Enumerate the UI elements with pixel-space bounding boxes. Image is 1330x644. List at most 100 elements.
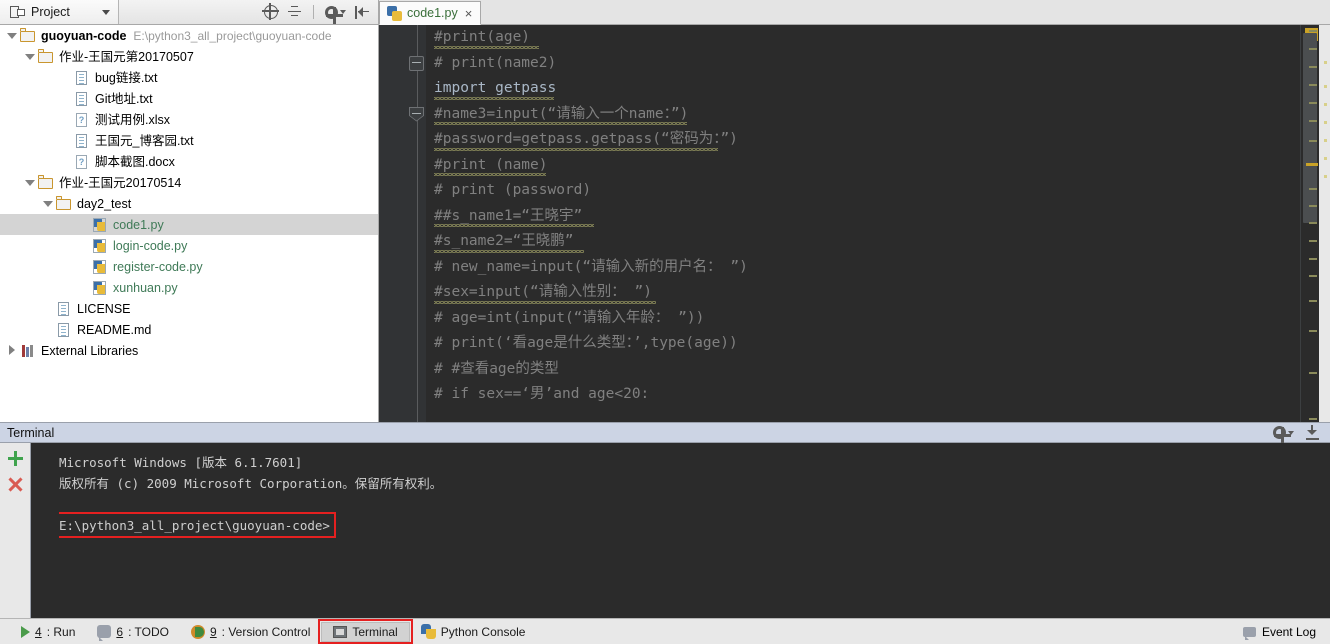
tree-row-label: 王国元_博客园.txt [95, 133, 194, 148]
inspection-marker[interactable] [1309, 222, 1317, 224]
inspection-marker[interactable] [1309, 205, 1317, 207]
inspection-underline [434, 224, 594, 227]
inspection-marker[interactable] [1309, 330, 1317, 332]
code-line-text: ##s_name1=“王晓宇” [434, 207, 583, 224]
code-line: #print(age) [434, 25, 1300, 51]
inspection-marker[interactable] [1309, 258, 1317, 260]
inspection-marker[interactable] [1309, 48, 1317, 50]
scrollbar-thumb[interactable] [1303, 33, 1317, 223]
editor-scrollbar[interactable] [1300, 25, 1319, 557]
tree-row[interactable]: 作业-王国元第20170507 [0, 46, 378, 67]
todo-icon [97, 625, 112, 641]
project-tab[interactable]: Project [0, 0, 119, 24]
inspection-marker[interactable] [1309, 84, 1317, 86]
python-file-icon [92, 280, 108, 296]
inspection-marker[interactable] [1309, 418, 1317, 420]
code-line-text: # age=int(input(“请输入年龄： ”)) [434, 309, 705, 326]
status-button[interactable]: 6: TODO [86, 622, 180, 642]
pycharm-window: Project code1.py × guoyuan-code E:\pytho… [0, 0, 1330, 644]
tree-row[interactable]: 作业-王国元20170514 [0, 172, 378, 193]
gear-icon[interactable] [1273, 426, 1294, 444]
inspection-marker[interactable] [1309, 66, 1317, 68]
inspection-marker[interactable] [1309, 240, 1317, 242]
tree-row-label: bug链接.txt [95, 70, 158, 85]
tree-row[interactable]: README.md [0, 319, 378, 340]
inspection-marker-strip [1319, 25, 1330, 422]
marker-dot [1324, 85, 1327, 88]
project-panel-header: Project [0, 0, 379, 25]
hide-panel-icon[interactable] [355, 5, 370, 20]
code-line-text: #s_name2=“王晓鹏” [434, 233, 574, 249]
chevron-down-icon[interactable] [6, 30, 17, 41]
editor-gutter[interactable] [379, 25, 426, 422]
chevron-down-icon[interactable] [42, 198, 53, 209]
chevron-right-icon[interactable] [6, 345, 17, 356]
text-file-icon [56, 301, 72, 317]
inspection-marker[interactable] [1309, 188, 1317, 190]
tree-row[interactable]: LICENSE [0, 298, 378, 319]
tab-code1-py[interactable]: code1.py × [379, 1, 482, 25]
inspection-marker[interactable] [1306, 163, 1318, 166]
project-tree[interactable]: guoyuan-code E:\python3_all_project\guoyu… [0, 25, 379, 422]
crosshair-target-icon[interactable] [262, 3, 279, 20]
python-file-icon [92, 217, 108, 233]
inspection-marker[interactable] [1309, 102, 1317, 104]
plus-icon[interactable] [7, 451, 23, 466]
code-line-text: # #查看age的类型 [434, 360, 559, 377]
status-button[interactable]: 9: Version Control [180, 622, 321, 642]
terminal-panel: Microsoft Windows [版本 6.1.7601] 版权所有 (c)… [0, 443, 1330, 618]
tree-row-label: xunhuan.py [113, 280, 178, 295]
event-log-area[interactable]: Event Log [1242, 625, 1330, 640]
terminal-left-clip [31, 443, 59, 618]
terminal-prompt[interactable]: E:\python3_all_project\guoyuan-code> [59, 515, 330, 536]
code-line-text: #sex=input(“请输入性别： ”) [434, 284, 652, 300]
code-line-text: #name3=input(“请输入一个name：”) [434, 105, 689, 122]
terminal-output[interactable]: Microsoft Windows [版本 6.1.7601] 版权所有 (c)… [31, 443, 1330, 618]
tree-row[interactable]: guoyuan-code E:\python3_all_project\guoyu… [0, 25, 378, 46]
chevron-down-icon[interactable] [101, 9, 110, 15]
tree-row-label: guoyuan-code [41, 28, 127, 43]
tree-row-label: 测试用例.xlsx [95, 112, 171, 127]
status-button[interactable]: Python Console [410, 622, 537, 642]
editor-tabs: code1.py × [379, 0, 1330, 25]
hide-panel-icon[interactable] [1305, 425, 1320, 440]
tree-row[interactable]: ? 测试用例.xlsx [0, 109, 378, 130]
terminal-side-toolbar [0, 443, 31, 618]
tree-row[interactable]: day2_test [0, 193, 378, 214]
status-button-label: : Version Control [221, 624, 311, 639]
chevron-down-icon[interactable] [24, 177, 35, 188]
tree-row[interactable]: 王国元_博客园.txt [0, 130, 378, 151]
status-button-label: : Run [46, 624, 76, 639]
tree-row-path: E:\python3_all_project\guoyuan-code [133, 28, 332, 43]
code-line: import getpass [434, 76, 1300, 102]
tree-row[interactable]: Git地址.txt [0, 88, 378, 109]
inspection-marker[interactable] [1309, 300, 1317, 302]
status-button[interactable]: Terminal [318, 618, 413, 644]
code-fold-toggle[interactable] [409, 55, 424, 71]
tree-row[interactable]: login-code.py [0, 235, 378, 256]
tree-row[interactable]: register-code.py [0, 256, 378, 277]
tree-row-label: day2_test [77, 196, 132, 211]
close-icon[interactable]: × [463, 7, 473, 20]
tree-row[interactable]: code1.py [0, 214, 378, 235]
inspection-marker[interactable] [1309, 120, 1317, 122]
inspection-marker[interactable] [1309, 372, 1317, 374]
status-button[interactable]: 4: Run [10, 622, 86, 642]
tree-row[interactable]: External Libraries [0, 340, 378, 361]
code-editor[interactable]: #print(age) # print(name2) import getpass #… [379, 25, 1330, 557]
code-fold-toggle[interactable] [409, 106, 424, 122]
inspection-marker[interactable] [1309, 140, 1317, 142]
status-bar: 4: Run 6: TODO 9: Version Control Terminal P… [0, 618, 1330, 644]
gear-icon[interactable] [325, 5, 346, 24]
text-file-icon [74, 70, 90, 86]
chevron-down-icon[interactable] [24, 51, 35, 62]
tree-row[interactable]: xunhuan.py [0, 277, 378, 298]
code-line: #sex=input(“请输入性别： ”) [434, 280, 1300, 306]
inspection-marker[interactable] [1309, 30, 1317, 32]
code-content[interactable]: #print(age) # print(name2) import getpass #… [426, 25, 1300, 422]
tree-row[interactable]: bug链接.txt [0, 67, 378, 88]
close-x-icon[interactable] [8, 477, 23, 492]
collapse-all-icon[interactable] [287, 5, 302, 20]
tree-row[interactable]: ? 脚本截图.docx [0, 151, 378, 172]
inspection-marker[interactable] [1309, 275, 1317, 277]
